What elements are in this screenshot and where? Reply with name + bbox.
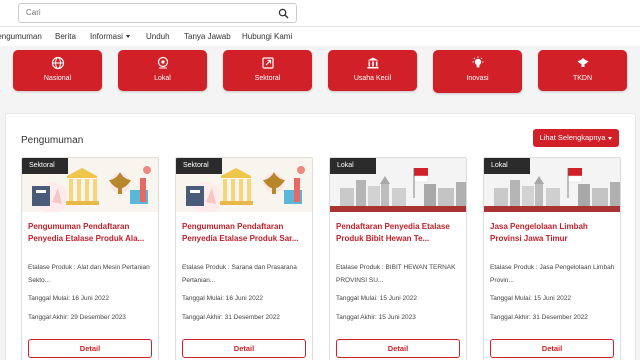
category-label: Usaha Kecil [353,75,392,82]
card-title[interactable]: Pendaftaran Penyedia Etalase Produk Bibi… [336,221,462,245]
category-label: TKDN [572,75,593,82]
category-usaha-kecil-button[interactable]: Usaha Kecil [328,50,417,91]
end-date: Tanggal Akhir: 29 Desember 2023 [28,314,126,321]
category-lokal-button[interactable]: Lokal [118,50,207,91]
detail-button[interactable]: Detail [336,339,460,358]
chevron-down-icon [125,35,130,39]
main-nav: Pengumuman Berita Informasi Unduh Tanya … [0,26,640,46]
search-icon[interactable] [278,8,289,19]
start-date: Tanggal Mulai: 15 Juni 2022 [336,295,417,302]
card-title[interactable]: Pengumuman Pendaftaran Penyedia Etalase … [28,221,154,245]
announcement-card[interactable]: Sektoral Pengumuman Pendaftaran Penyedia… [175,157,313,360]
category-tkdn-button[interactable]: TKDN [538,50,627,91]
detail-button[interactable]: Detail [182,339,306,358]
card-description: Etalase Produk : Alat dan Mesin Pertania… [28,264,150,284]
announcement-card[interactable]: Lokal Pendaftaran Penyedia Etalase Produ… [329,157,467,360]
map-pin-icon [157,56,168,69]
start-date: Tanggal Mulai: 16 Juni 2022 [182,295,263,302]
chevron-down-icon [608,136,613,140]
category-tag: Sektoral [22,158,68,174]
category-label: Nasional [43,75,72,82]
card-description: Etalase Produk : BIBIT HEWAN TERNAK PROV… [336,264,456,284]
category-sektoral-button[interactable]: Sektoral [223,50,312,91]
nav-item-informasi-label: Informasi [90,32,123,41]
nav-item-informasi[interactable]: Informasi [90,32,130,41]
card-title[interactable]: Pengumuman Pendaftaran Penyedia Etalase … [182,221,308,245]
detail-button[interactable]: Detail [28,339,152,358]
announcements-panel: Pengumuman Lihat Selengkapnya Sektoral P… [5,113,636,360]
end-date: Tanggal Akhir: 15 Juni 2023 [336,314,416,321]
section-title: Pengumuman [21,135,84,146]
start-date: Tanggal Mulai: 15 Juni 2022 [490,295,571,302]
category-tag: Sektoral [176,158,222,174]
nav-item-hubungi-kami[interactable]: Hubungi Kami [242,32,292,41]
end-date: Tanggal Akhir: 31 Desember 2022 [490,314,588,321]
nav-item-tanya-jawab[interactable]: Tanya Jawab [184,32,231,41]
globe-icon [51,56,64,70]
external-link-icon [261,57,274,69]
announcement-card[interactable]: Sektoral Pengumuman Pendaftaran Penyedia… [21,157,159,360]
category-label: Lokal [154,75,171,82]
card-title[interactable]: Jasa Pengelolaan Limbah Provinsi Jawa Ti… [490,221,616,245]
card-description: Etalase Produk : Jasa Pengelolaan Limbah… [490,264,615,284]
nav-item-pengumuman[interactable]: Pengumuman [0,32,42,41]
nav-item-berita[interactable]: Berita [55,32,76,41]
see-more-button[interactable]: Lihat Selengkapnya [533,129,619,147]
category-label: Sektoral [254,75,281,82]
search-box[interactable] [18,3,297,23]
indonesia-emblem-icon [577,58,588,67]
category-tag: Lokal [330,158,376,174]
category-nasional-button[interactable]: Nasional [13,50,102,91]
search-input[interactable] [26,8,266,17]
bank-icon [367,57,378,69]
nav-item-unduh[interactable]: Unduh [146,32,170,41]
category-tag: Lokal [484,158,530,174]
end-date: Tanggal Akhir: 31 Desember 2022 [182,314,280,321]
card-description: Etalase Produk : Sarana dan Prasarana Pe… [182,264,297,284]
announcement-card[interactable]: Lokal Jasa Pengelolaan Limbah Provinsi J… [483,157,621,360]
category-inovasi-button[interactable]: Inovasi [433,50,522,93]
see-more-label: Lihat Selengkapnya [539,133,606,142]
lightbulb-icon [472,56,483,68]
top-bar [0,0,640,26]
start-date: Tanggal Mulai: 16 Juni 2022 [28,295,109,302]
detail-button[interactable]: Detail [490,339,614,358]
category-label: Inovasi [466,75,489,82]
